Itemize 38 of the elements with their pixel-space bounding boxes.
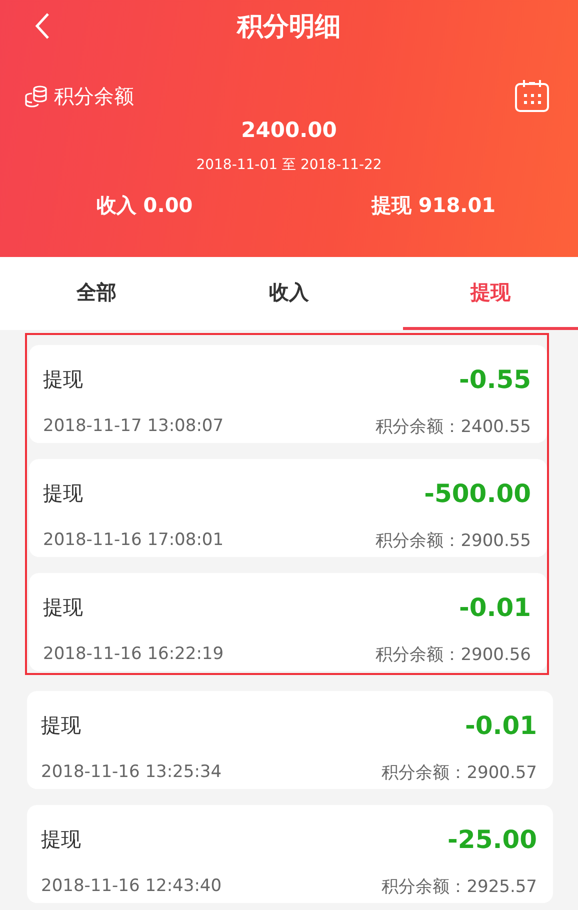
record-amount: -0.01 xyxy=(458,592,531,622)
record-card[interactable]: 提现 -500.00 2018-11-16 17:08:01 积分余额：2900.55 xyxy=(29,459,547,557)
record-time: 2018-11-17 13:08:07 xyxy=(43,416,225,436)
record-type: 提现 xyxy=(43,366,84,392)
record-balance: 积分余额：2900.57 xyxy=(382,762,537,784)
record-balance: 积分余额：2925.57 xyxy=(382,876,537,898)
calendar-icon xyxy=(514,79,550,113)
record-type: 提现 xyxy=(41,712,82,738)
record-amount: -0.01 xyxy=(464,710,537,740)
record-card[interactable]: 提现 -0.01 2018-11-16 13:25:34 积分余额：2900.57 xyxy=(27,691,553,789)
record-balance: 积分余额：2900.56 xyxy=(376,644,531,666)
tab[interactable]: 提现 xyxy=(403,257,578,330)
balance-value: 2400.00 xyxy=(241,118,337,142)
record-time: 2018-11-16 13:25:34 xyxy=(41,762,223,782)
record-type: 提现 xyxy=(43,594,84,620)
record-card[interactable]: 提现 -0.55 2018-11-17 13:08:07 积分余额：2400.55 xyxy=(29,345,547,443)
income-total: 收入 0.00 xyxy=(96,192,193,219)
record-time: 2018-11-16 12:43:40 xyxy=(41,876,223,896)
record-amount: -500.00 xyxy=(424,478,531,508)
withdrawal-total: 提现 918.01 xyxy=(371,192,496,219)
record-type: 提现 xyxy=(43,480,84,506)
record-amount: -0.55 xyxy=(458,364,531,394)
back-icon xyxy=(34,12,50,40)
record-balance: 积分余额：2400.55 xyxy=(376,416,531,438)
tab[interactable]: 全部 xyxy=(0,257,193,330)
record-time: 2018-11-16 17:08:01 xyxy=(43,530,225,550)
coins-icon xyxy=(24,84,48,108)
record-amount: -25.00 xyxy=(448,824,537,854)
record-balance: 积分余额：2900.55 xyxy=(376,530,531,552)
record-time: 2018-11-16 16:22:19 xyxy=(43,644,225,664)
page-title: 积分明细 xyxy=(237,10,341,44)
tab[interactable]: 收入 xyxy=(192,257,386,330)
balance-label: 积分余额 xyxy=(54,82,134,110)
calendar-button[interactable] xyxy=(514,79,550,113)
record-card[interactable]: 提现 -25.00 2018-11-16 12:43:40 积分余额：2925.57 xyxy=(27,805,553,903)
date-range: 2018-11-01 至 2018-11-22 xyxy=(196,156,382,174)
record-type: 提现 xyxy=(41,826,82,852)
record-card[interactable]: 提现 -0.01 2018-11-16 16:22:19 积分余额：2900.56 xyxy=(29,573,547,671)
